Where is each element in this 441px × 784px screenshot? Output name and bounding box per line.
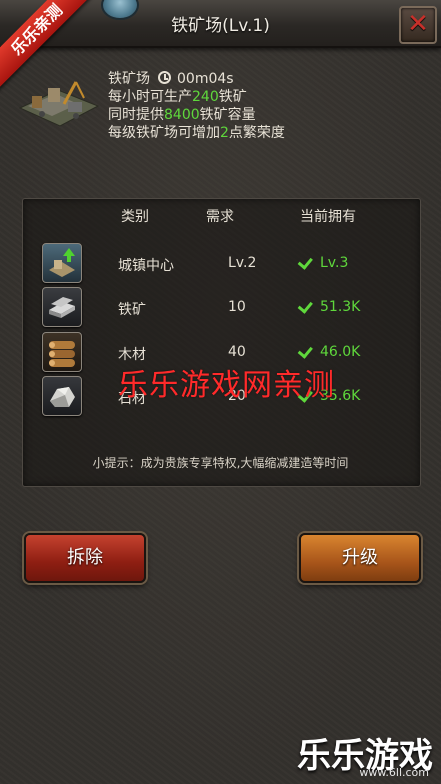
row-need-iron: 10 [228,299,246,315]
have-value: 46.0K [320,344,361,360]
row-name-town-center: 城镇中心 [118,258,174,274]
row-name-iron: 铁矿 [118,302,146,318]
row-need-wood: 40 [228,344,246,360]
capacity-value: 8400 [164,107,200,123]
close-icon: ✕ [407,9,429,39]
capacity-text: 同时提供 [108,107,164,123]
capacity-unit: 铁矿容量 [199,107,256,123]
tip-text: 小提示：成为贵族专享特权,大幅缩减建造等时间 [92,456,349,470]
have-value: Lv.3 [320,255,349,271]
header-category: 类别 [121,209,149,225]
clock-icon [158,71,171,84]
town-center-icon [42,243,82,283]
building-info: 铁矿场 00m04s 每小时可生产240铁矿 同时提供8400铁矿容量 每级铁矿场… [108,70,285,142]
info-name-row: 铁矿场 00m04s [108,70,285,88]
row-need-town-center: Lv.2 [228,255,257,271]
stone-icon [42,376,82,416]
have-value: 51.3K [320,299,361,315]
build-timer: 00m04s [177,71,234,87]
production-unit: 铁矿 [218,89,247,105]
row-have-iron: 51.3K [298,299,360,315]
demolish-button[interactable]: 拆除 [24,533,146,583]
prosperity-value: 2 [220,125,229,141]
building-name: 铁矿场 [108,71,150,87]
row-have-wood: 46.0K [298,344,360,360]
brand-url: www.6ll.com [359,766,429,779]
header-required: 需求 [206,209,234,225]
prosperity-line: 每级铁矿场可增加2点繁荣度 [108,124,285,142]
close-button[interactable]: ✕ [399,6,437,44]
check-icon [298,299,316,313]
header-owned: 当前拥有 [300,209,356,225]
wood-icon [42,332,82,372]
capacity-line: 同时提供8400铁矿容量 [108,106,285,124]
production-line: 每小时可生产240铁矿 [108,88,285,106]
iron-mine-thumbnail [18,81,100,127]
upgrade-button[interactable]: 升级 [299,533,421,583]
production-text: 每小时可生产 [108,89,192,105]
check-icon [298,344,316,358]
prosperity-unit: 点繁荣度 [228,125,285,141]
watermark-text: 乐乐游戏网亲测 [118,368,335,403]
row-have-town-center: Lv.3 [298,255,348,271]
production-value: 240 [192,89,219,105]
check-icon [298,255,316,269]
iron-ore-icon [42,287,82,327]
prosperity-text: 每级铁矿场可增加 [108,125,220,141]
